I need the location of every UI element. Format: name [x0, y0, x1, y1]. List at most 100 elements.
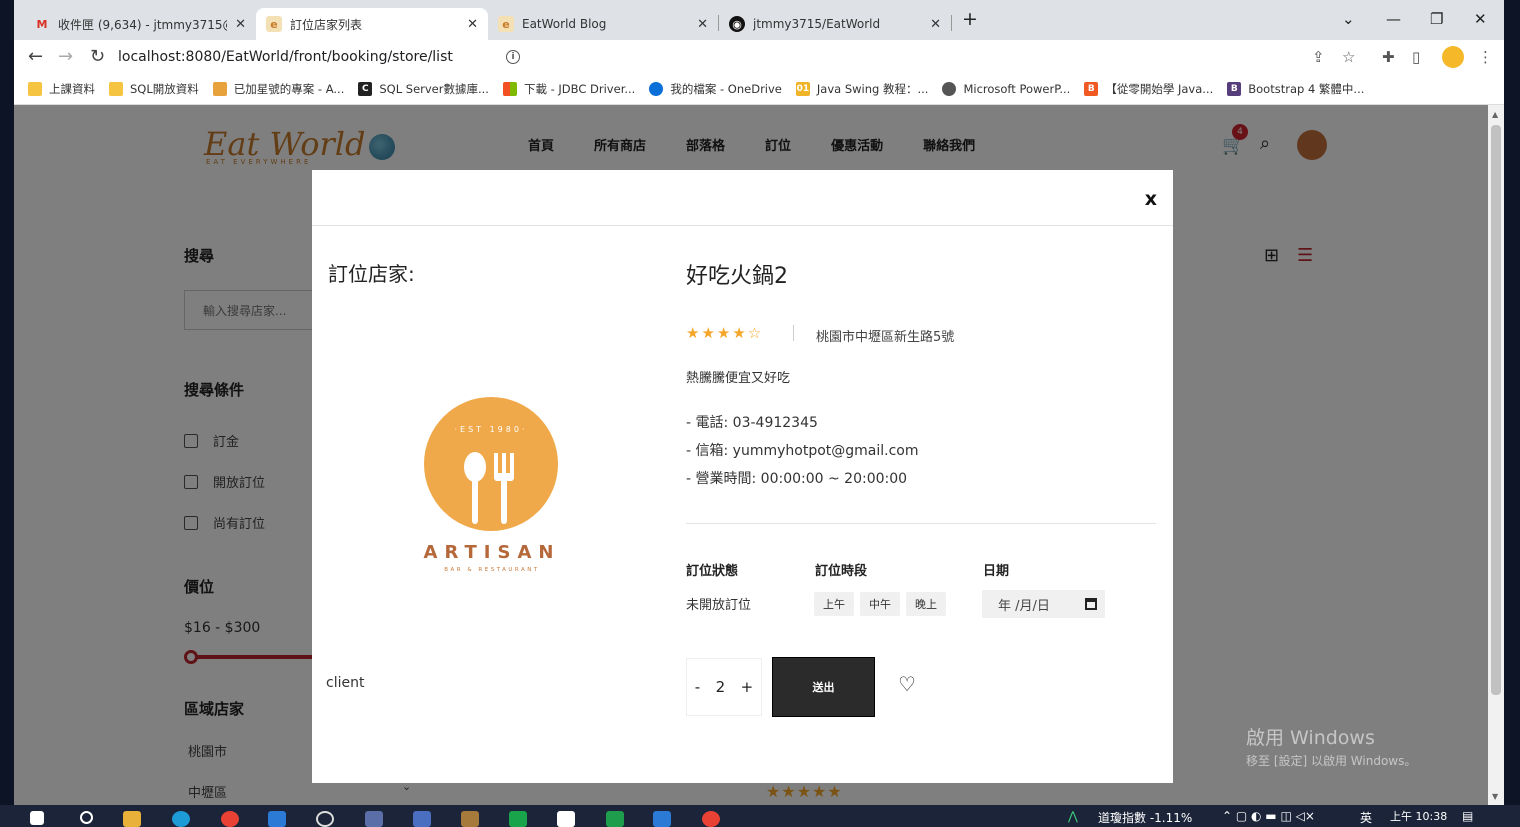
- submit-button[interactable]: 送出: [772, 657, 875, 717]
- back-icon[interactable]: ←: [28, 46, 43, 67]
- app-icon[interactable]: [316, 811, 334, 827]
- scrollbar-thumb[interactable]: [1491, 125, 1501, 695]
- start-icon[interactable]: [30, 811, 44, 825]
- app-icon[interactable]: [413, 811, 431, 827]
- bookmark-label: 【從零開始學 Java...: [1105, 82, 1214, 96]
- bookmark-label: Java Swing 教程：...: [816, 82, 929, 96]
- notion-icon[interactable]: [557, 811, 575, 827]
- chrome-icon[interactable]: [221, 811, 239, 827]
- browser-window: M 收件匣 (9,634) - jtmmy3715@g ✕ e 訂位店家列表 ✕…: [14, 0, 1504, 805]
- onedrive-icon: [649, 82, 664, 96]
- tab-github[interactable]: ◉ jtmmy3715/EatWorld ✕: [719, 8, 951, 40]
- divider: [312, 225, 1173, 226]
- period-noon-button[interactable]: 中午: [860, 592, 900, 616]
- close-tab-icon[interactable]: ✕: [467, 17, 478, 32]
- booking-modal: x 訂位店家: ·EST 1980· ARTISAN BAR & RESTAUR…: [312, 170, 1173, 783]
- input-language[interactable]: 英: [1360, 809, 1372, 826]
- notification-icon[interactable]: ▤: [1462, 809, 1473, 823]
- tab-label: 收件匣 (9,634) - jtmmy3715@g: [58, 17, 228, 32]
- chrome-icon[interactable]: [702, 811, 720, 827]
- logo-est-text: ·EST 1980·: [454, 425, 528, 434]
- bookmark-item[interactable]: B Bootstrap 4 繁體中...: [1227, 81, 1364, 97]
- windows-activation-watermark: 啟用 Windows 移至 [設定] 以啟用 Windows。: [1246, 723, 1416, 769]
- qty-plus-button[interactable]: +: [741, 678, 754, 696]
- minimize-icon[interactable]: —: [1386, 10, 1401, 28]
- close-tab-icon[interactable]: ✕: [235, 17, 246, 32]
- bookmark-item[interactable]: 我的檔案 - OneDrive: [649, 81, 782, 97]
- app-icon[interactable]: [606, 811, 624, 827]
- file-explorer-icon[interactable]: [123, 811, 141, 827]
- status-header: 訂位狀態: [686, 564, 739, 579]
- folder-icon: [109, 82, 123, 96]
- screen: M 收件匣 (9,634) - jtmmy3715@g ✕ e 訂位店家列表 ✕…: [0, 0, 1520, 827]
- edge-icon[interactable]: [172, 811, 190, 827]
- bookmark-item[interactable]: C SQL Server數據庫...: [358, 81, 489, 97]
- close-tab-icon[interactable]: ✕: [697, 17, 708, 32]
- store-logo: ·EST 1980· ARTISAN BAR & RESTAURANT: [424, 397, 560, 577]
- share-icon[interactable]: ⇪: [1312, 48, 1325, 66]
- tab-label: EatWorld Blog: [522, 17, 607, 31]
- menu-kebab-icon[interactable]: ⋮: [1478, 48, 1493, 66]
- store-hours: - 營業時間: 00:00:00 ~ 20:00:00: [686, 471, 908, 487]
- divider: [686, 523, 1156, 524]
- clock[interactable]: 上午 10:38: [1390, 808, 1447, 824]
- tab-blog[interactable]: e EatWorld Blog ✕: [488, 8, 718, 40]
- globe-icon: [942, 82, 957, 96]
- bookmark-label: Microsoft PowerP...: [963, 82, 1071, 96]
- address-bar[interactable]: i localhost:8080/EatWorld/front/booking/…: [118, 43, 1358, 71]
- page-content: Eat World EAT EVERYWHERE 首頁 所有商店 部落格 訂位 …: [14, 105, 1488, 805]
- scroll-up-icon[interactable]: ▲: [1492, 110, 1498, 119]
- bookmark-item[interactable]: B 【從零開始學 Java...: [1084, 81, 1213, 97]
- heart-icon[interactable]: ♡: [898, 672, 916, 696]
- period-evening-button[interactable]: 晚上: [906, 592, 946, 616]
- sql-icon: C: [358, 82, 373, 96]
- reload-icon[interactable]: ↻: [90, 46, 105, 67]
- bootstrap-icon: B: [1227, 82, 1242, 96]
- gmail-icon: M: [36, 17, 48, 31]
- app-icon[interactable]: [365, 811, 383, 827]
- scroll-down-icon[interactable]: ▼: [1492, 792, 1498, 801]
- app-icon[interactable]: [509, 811, 527, 827]
- store-description: 熱騰騰便宜又好吃: [686, 371, 791, 386]
- tray-icons[interactable]: ⌃ ▢ ◐ ▬ ◫ ◁×: [1222, 809, 1315, 823]
- period-morning-button[interactable]: 上午: [814, 592, 854, 616]
- quantity-stepper: - 2 +: [686, 658, 762, 716]
- stock-ticker[interactable]: 道瓊指數 -1.11%: [1098, 809, 1192, 826]
- close-modal-button[interactable]: x: [1145, 188, 1157, 210]
- site-info-icon[interactable]: i: [506, 50, 520, 64]
- bookmark-item[interactable]: 01 Java Swing 教程：...: [795, 81, 929, 97]
- bookmark-item[interactable]: Microsoft PowerP...: [942, 82, 1070, 96]
- calendar-icon[interactable]: [1085, 598, 1097, 610]
- store-email: - 信箱: yummyhotpot@gmail.com: [686, 443, 919, 459]
- bookmark-label: 上課資料: [49, 82, 95, 96]
- date-header: 日期: [983, 564, 1010, 579]
- qty-value[interactable]: 2: [716, 678, 726, 696]
- close-window-icon[interactable]: ✕: [1474, 10, 1487, 28]
- bookmarks-bar: 上課資料 SQL開放資料 已加星號的專案 - A... C SQL Server數…: [14, 74, 1504, 105]
- browser-toolbar: ← → ↻ i localhost:8080/EatWorld/front/bo…: [14, 40, 1504, 74]
- tab-gmail[interactable]: M 收件匣 (9,634) - jtmmy3715@g ✕: [24, 8, 256, 40]
- bookmark-item[interactable]: SQL開放資料: [109, 81, 199, 97]
- tab-search-icon[interactable]: ⌄: [1342, 10, 1355, 28]
- forward-icon[interactable]: →: [58, 46, 73, 67]
- taskbar-search-icon[interactable]: [80, 811, 93, 824]
- bookmark-star-icon[interactable]: ☆: [1342, 48, 1355, 66]
- profile-avatar-icon[interactable]: [1442, 46, 1464, 68]
- app-icon[interactable]: [268, 811, 286, 827]
- app-icon[interactable]: [653, 811, 671, 827]
- page-scrollbar[interactable]: ▲ ▼: [1488, 105, 1504, 805]
- date-input[interactable]: 年 /月/日: [982, 590, 1105, 618]
- bookmark-item[interactable]: 已加星號的專案 - A...: [212, 81, 344, 97]
- app-icon[interactable]: [461, 811, 479, 827]
- extensions-icon[interactable]: ✚: [1382, 48, 1395, 66]
- bookmark-item[interactable]: 上課資料: [28, 81, 95, 97]
- restore-icon[interactable]: ❐: [1430, 10, 1443, 28]
- side-panel-icon[interactable]: ▯: [1412, 48, 1420, 66]
- qty-minus-button[interactable]: -: [695, 678, 700, 696]
- close-tab-icon[interactable]: ✕: [930, 17, 941, 32]
- new-tab-button[interactable]: +: [962, 8, 978, 30]
- bookmark-item[interactable]: 下載 - JDBC Driver...: [502, 81, 635, 97]
- store-phone: - 電話: 03-4912345: [686, 415, 818, 431]
- logo-name: ARTISAN: [423, 542, 561, 563]
- tab-store-list[interactable]: e 訂位店家列表 ✕: [256, 8, 488, 40]
